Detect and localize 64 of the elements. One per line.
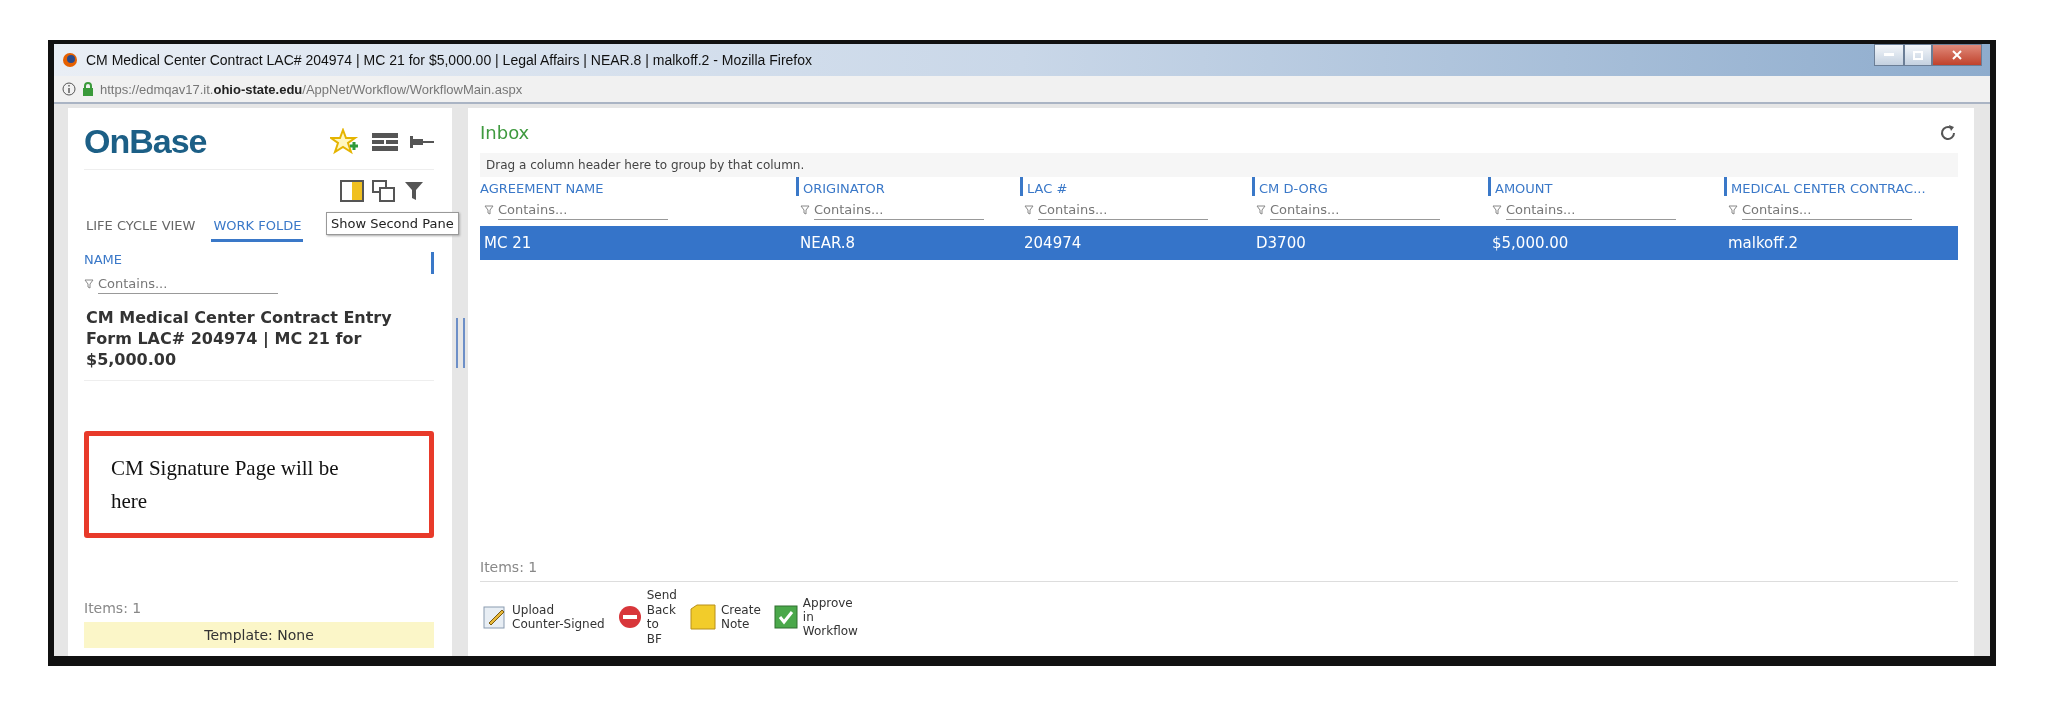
action-button[interactable]: Send Back to BF <box>614 586 679 648</box>
filter-field[interactable]: Contains... <box>1038 200 1208 220</box>
column-header[interactable]: CM D-ORG <box>1252 177 1488 196</box>
windows-icon[interactable] <box>372 180 396 202</box>
window-title: CM Medical Center Contract LAC# 204974 | MC 21 for $5,000.00 | Legal Affairs | NEAR.8 | malkoff.2 - Mozilla Firefox <box>86 52 813 68</box>
splitter-handle[interactable] <box>455 318 465 368</box>
template-label: Template: None <box>84 622 434 648</box>
tooltip: Show Second Pane <box>326 212 459 235</box>
panel-title: Inbox <box>480 122 530 143</box>
item-count: Items: 1 <box>84 600 143 616</box>
filter-field[interactable]: Contains... <box>498 200 668 220</box>
filter-field[interactable]: Contains... <box>1506 200 1676 220</box>
column-header[interactable]: AGREEMENT NAME <box>480 177 796 196</box>
column-header[interactable]: MEDICAL CENTER CONTRAC... <box>1724 177 1958 196</box>
table-cell[interactable]: NEAR.8 <box>796 226 1020 260</box>
filter-field[interactable]: Contains... <box>98 274 278 294</box>
filter-icon <box>484 205 494 215</box>
column-header[interactable]: NAME <box>84 252 123 274</box>
table-cell[interactable]: D3700 <box>1252 226 1488 260</box>
filter-field[interactable]: Contains... <box>1742 200 1912 220</box>
maximize-button[interactable] <box>1904 44 1932 66</box>
info-icon <box>62 82 76 96</box>
minimize-button[interactable] <box>1874 44 1904 66</box>
filter-icon <box>1256 205 1266 215</box>
filter-field[interactable]: Contains... <box>814 200 984 220</box>
star-plus-icon[interactable] <box>330 127 360 156</box>
close-button[interactable] <box>1932 44 1982 66</box>
folder-item[interactable]: CM Medical Center Contract Entry Form LAC# 204974 | MC 21 for $5,000.00 <box>84 308 434 382</box>
table-icon[interactable] <box>372 132 398 151</box>
view-tab[interactable]: LIFE CYCLE VIEW <box>84 214 198 242</box>
annotation-text: CM Signature Page will be here <box>84 431 434 539</box>
table-cell[interactable]: malkoff.2 <box>1724 226 1958 260</box>
filter-icon <box>1728 205 1738 215</box>
split-pane-icon[interactable] <box>340 180 364 202</box>
table-cell[interactable]: $5,000.00 <box>1488 226 1724 260</box>
filter-icon <box>1492 205 1502 215</box>
no-entry-icon <box>616 604 643 631</box>
column-header[interactable]: AMOUNT <box>1488 177 1724 196</box>
filter-icon <box>1024 205 1034 215</box>
filter-icon[interactable] <box>404 180 424 202</box>
column-header[interactable]: LAC # <box>1020 177 1252 196</box>
view-tab[interactable]: WORK FOLDE <box>211 214 304 242</box>
filter-icon <box>800 205 810 215</box>
action-button[interactable]: Approve in Workflow <box>770 593 860 641</box>
item-count: Items: 1 <box>480 559 539 576</box>
url-text[interactable]: https://edmqav17.it.ohio-state.edu/AppNet/Workflow/WorkflowMain.aspx <box>100 81 523 97</box>
close-icon <box>1952 50 1962 60</box>
action-button[interactable]: Upload Counter-Signed <box>480 600 607 634</box>
pencil-document-icon <box>482 604 508 631</box>
group-by-bar: Drag a column header here to group by that column. <box>480 153 1958 177</box>
filter-icon <box>84 279 94 289</box>
refresh-icon[interactable] <box>1938 122 1958 143</box>
maximize-icon <box>1913 50 1923 60</box>
logo: OnBase <box>84 122 207 161</box>
checkbox-icon <box>772 604 799 631</box>
action-button[interactable]: Create Note <box>686 600 763 634</box>
browser-logo-icon <box>62 52 78 68</box>
lock-icon <box>82 82 94 96</box>
table-cell[interactable]: MC 21 <box>480 226 796 260</box>
note-icon <box>688 603 717 632</box>
pin-icon[interactable] <box>410 133 434 150</box>
column-header[interactable]: ORIGINATOR <box>796 177 1020 196</box>
table-cell[interactable]: 204974 <box>1020 226 1252 260</box>
filter-field[interactable]: Contains... <box>1270 200 1440 220</box>
